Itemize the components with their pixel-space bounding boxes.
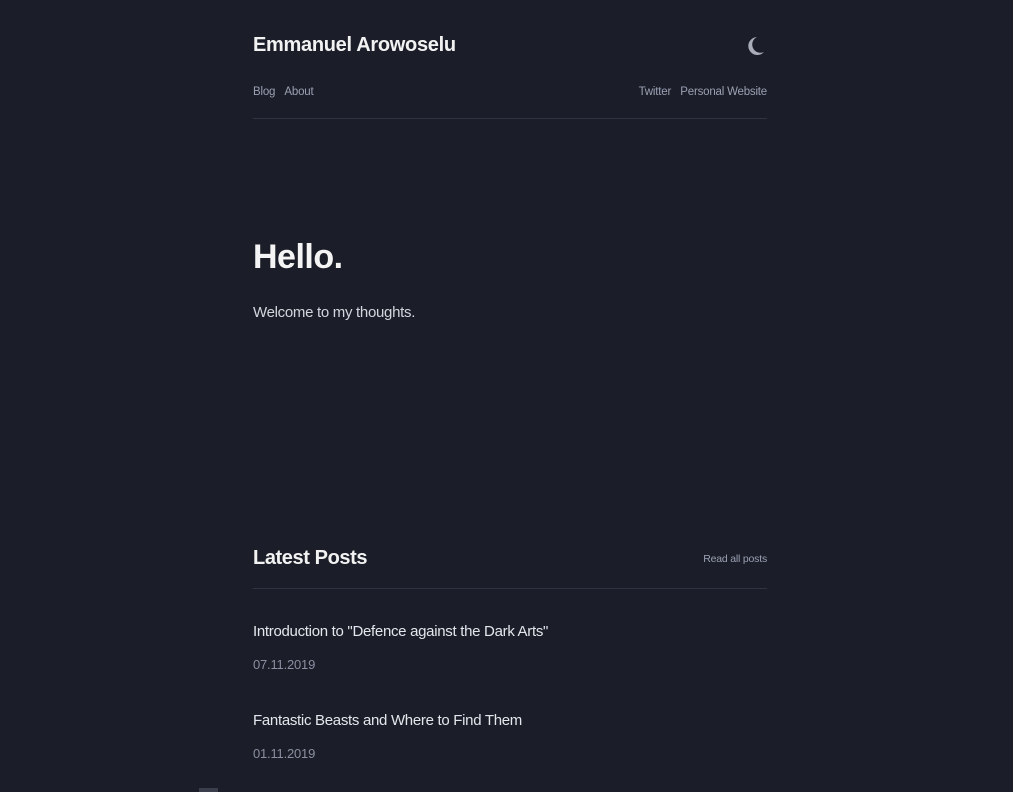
nav-link-about[interactable]: About (284, 86, 313, 98)
read-all-posts-link[interactable]: Read all posts (703, 553, 767, 565)
primary-nav: Blog About (253, 86, 314, 98)
latest-posts-title: Latest Posts (253, 547, 368, 569)
post-title[interactable]: Fantastic Beasts and Where to Find Them (253, 712, 522, 729)
nav-link-personal-website[interactable]: Personal Website (680, 86, 767, 98)
site-title[interactable]: Emmanuel Arowoselu (253, 34, 456, 57)
social-nav: Twitter Personal Website (639, 86, 768, 98)
nav-link-blog[interactable]: Blog (253, 86, 275, 98)
header-divider (253, 118, 767, 119)
post-title[interactable]: Introduction to "Defence against the Dar… (253, 623, 548, 640)
moon-icon-graphic (748, 37, 764, 55)
post-date: 07.11.2019 (253, 657, 316, 672)
moon-icon[interactable] (747, 36, 765, 56)
scrollbar-thumb[interactable] (199, 788, 218, 792)
hero-subtitle: Welcome to my thoughts. (253, 304, 416, 321)
latest-posts-divider (253, 588, 767, 589)
nav-link-twitter[interactable]: Twitter (639, 86, 672, 98)
post-date: 01.11.2019 (253, 746, 316, 761)
hero-title: Hello. (253, 238, 343, 276)
page: Emmanuel Arowoselu Blog About Twitter Pe… (0, 0, 1013, 792)
